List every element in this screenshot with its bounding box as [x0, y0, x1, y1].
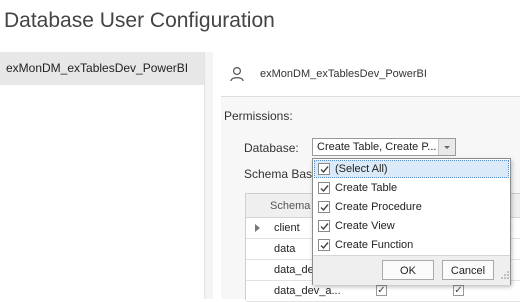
schema-cell: data: [274, 243, 296, 255]
database-select[interactable]: Create Table, Create P...: [312, 138, 456, 156]
option-label: Create Function: [335, 239, 414, 251]
permission-checkbox[interactable]: ✓: [376, 285, 387, 296]
check-icon: [320, 185, 329, 193]
option-select-all[interactable]: (Select All): [314, 160, 509, 178]
check-icon: [320, 204, 329, 212]
option-create-table[interactable]: Create Table: [314, 179, 509, 197]
schema-cell: data_dev_a...: [274, 285, 341, 297]
option-create-procedure[interactable]: Create Procedure: [314, 198, 509, 216]
option-create-function[interactable]: Create Function: [314, 236, 509, 254]
schema-cell: data_de: [274, 264, 314, 276]
users-scrollbar[interactable]: [204, 52, 213, 299]
option-create-view[interactable]: Create View: [314, 217, 509, 235]
checkbox[interactable]: [318, 182, 330, 194]
dropdown-footer: OK Cancel: [313, 255, 510, 285]
permissions-label: Permissions:: [224, 109, 293, 123]
resize-grip-icon[interactable]: [501, 266, 509, 284]
schema-cell: client: [274, 222, 300, 234]
checkbox[interactable]: [318, 239, 330, 251]
user-list-item[interactable]: exMonDM_exTablesDev_PowerBI: [0, 52, 204, 85]
option-label: Create View: [335, 220, 395, 232]
schema-label: Schema Bas: [244, 167, 313, 181]
schema-column-header[interactable]: Schema: [270, 200, 310, 212]
expand-icon[interactable]: [255, 224, 260, 232]
checkbox[interactable]: [318, 201, 330, 213]
user-icon: [229, 66, 245, 87]
database-label: Database:: [244, 141, 299, 155]
chevron-down-icon: [444, 146, 450, 149]
users-panel: exMonDM_exTablesDev_PowerBI: [0, 52, 213, 299]
config-user-name: exMonDM_exTablesDev_PowerBI: [260, 68, 427, 80]
option-label: Create Table: [335, 182, 398, 194]
permission-checkbox[interactable]: ✓: [453, 285, 464, 296]
checkbox[interactable]: [318, 163, 330, 175]
page-title: Database User Configuration: [4, 9, 275, 32]
ok-button[interactable]: OK: [382, 260, 434, 280]
checkbox[interactable]: [318, 220, 330, 232]
config-header: exMonDM_exTablesDev_PowerBI: [221, 52, 520, 97]
database-dropdown-popup: (Select All) Create Table Create Procedu…: [312, 158, 511, 285]
check-icon: [320, 242, 329, 250]
database-select-value: Create Table, Create P...: [317, 141, 437, 153]
option-label: Create Procedure: [335, 201, 422, 213]
check-icon: [320, 166, 329, 174]
dropdown-button[interactable]: [438, 139, 455, 155]
check-icon: [320, 223, 329, 231]
option-label: (Select All): [335, 163, 388, 175]
cancel-button[interactable]: Cancel: [442, 260, 494, 280]
